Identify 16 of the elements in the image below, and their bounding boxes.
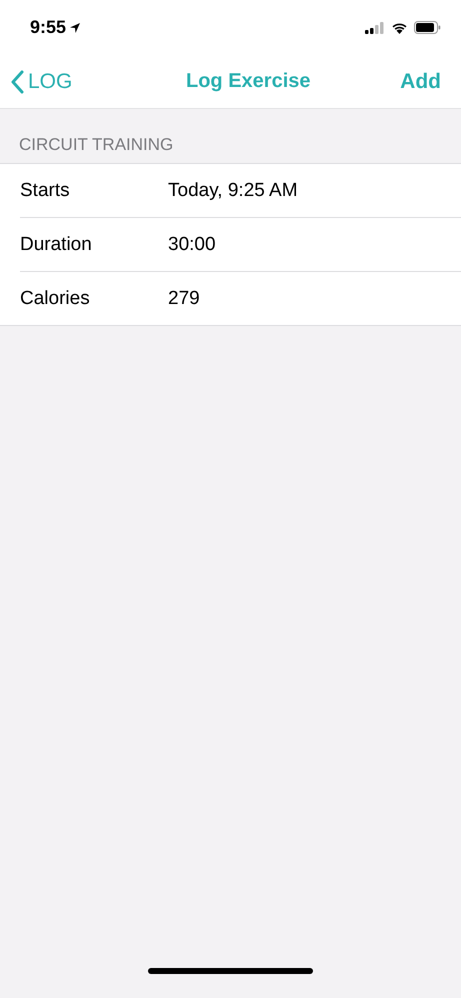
status-time: 9:55 — [30, 17, 66, 38]
wifi-icon — [391, 22, 408, 34]
back-button[interactable]: LOG — [10, 70, 72, 94]
row-label: Starts — [20, 180, 71, 202]
chevron-left-icon — [10, 70, 24, 94]
row-value: 30:00 — [168, 234, 216, 256]
location-arrow-icon — [69, 22, 82, 34]
nav-title: Log Exercise — [186, 70, 311, 93]
add-button[interactable]: Add — [400, 70, 441, 94]
signal-icon — [365, 22, 385, 34]
section-header: CIRCUIT TRAINING — [19, 135, 174, 155]
row-value: 279 — [168, 288, 200, 310]
row-value: Today, 9:25 AM — [168, 180, 298, 202]
battery-icon — [414, 21, 441, 34]
row-label: Duration — [20, 234, 93, 256]
row-label: Calories — [20, 288, 91, 310]
